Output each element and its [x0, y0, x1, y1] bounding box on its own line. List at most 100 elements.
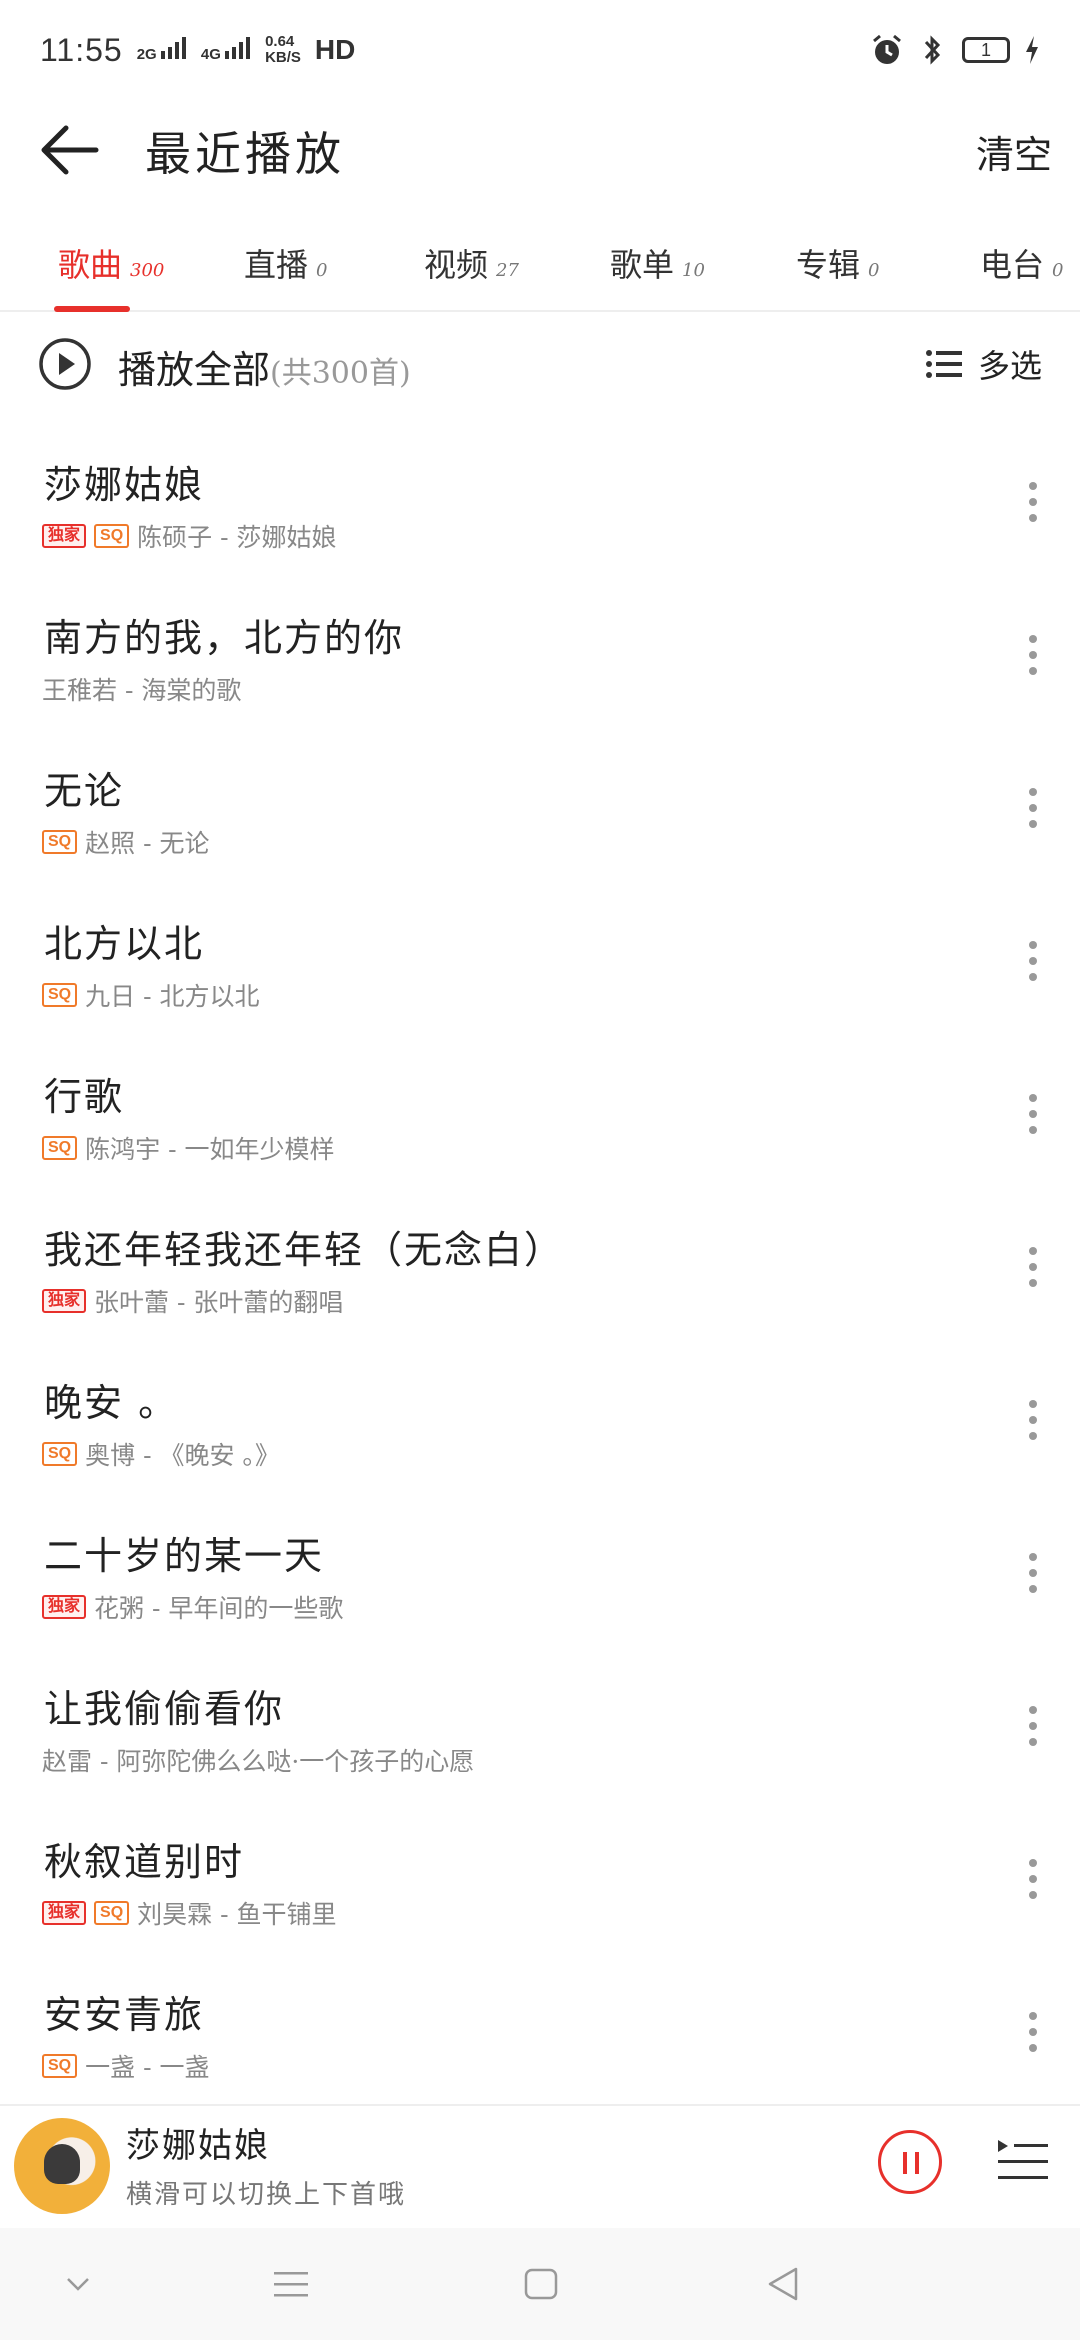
- song-title: 行歌: [44, 1075, 125, 1119]
- song-row[interactable]: 行歌 SQ 陈鸿宇 - 一如年少模样: [0, 1038, 1080, 1191]
- charging-icon: [1026, 36, 1038, 64]
- song-row[interactable]: 秋叙道别时 独家 SQ 刘昊霖 - 鱼干铺里: [0, 1803, 1080, 1956]
- tab-label: 电台: [980, 246, 1045, 284]
- signal-icon: [160, 37, 186, 59]
- now-playing-hint: 横滑可以切换上下首哦: [126, 2180, 407, 2210]
- tab-label: 专辑: [796, 246, 861, 284]
- clear-button[interactable]: 清空: [976, 124, 1052, 179]
- tab-label: 直播: [244, 246, 309, 284]
- tab-active-indicator: [54, 306, 130, 312]
- more-options-icon[interactable]: [1018, 1094, 1048, 1142]
- tab-count: 0: [1052, 260, 1064, 281]
- sq-badge: SQ: [94, 524, 130, 548]
- tab-songs[interactable]: 歌曲 300: [58, 240, 164, 286]
- song-row[interactable]: 南方的我，北方的你 王稚若 - 海棠的歌: [0, 579, 1080, 732]
- list-icon: [925, 350, 962, 378]
- signal-icon: [225, 37, 251, 59]
- song-artist-album: 张叶蕾 - 张叶蕾的翻唱: [94, 1288, 344, 1317]
- home-square-icon[interactable]: [524, 2268, 558, 2300]
- menu-icon[interactable]: [274, 2270, 308, 2298]
- album-cover-avatar[interactable]: [14, 2118, 110, 2214]
- song-title: 无论: [44, 769, 125, 813]
- back-triangle-icon[interactable]: [766, 2266, 800, 2302]
- multi-select-button[interactable]: 多选: [925, 341, 1042, 387]
- song-row[interactable]: 晚安 。 SQ 奥博 - 《晚安 。》: [0, 1344, 1080, 1497]
- song-artist-album: 奥博 - 《晚安 。》: [85, 1441, 280, 1470]
- song-row[interactable]: 莎娜姑娘 独家 SQ 陈硕子 - 莎娜姑娘: [0, 426, 1080, 579]
- status-bar: 11:55 2G 4G 0.64 KB/S HD 1: [0, 0, 1080, 100]
- song-row[interactable]: 让我偷偷看你 赵雷 - 阿弥陀佛么么哒·一个孩子的心愿: [0, 1650, 1080, 1803]
- exclusive-badge: 独家: [42, 524, 87, 548]
- tab-label: 歌曲: [58, 246, 123, 284]
- song-artist-album: 赵照 - 无论: [85, 829, 210, 858]
- tab-count: 0: [868, 260, 880, 281]
- tab-live[interactable]: 直播 0: [244, 240, 327, 286]
- song-title: 安安青旅: [44, 1993, 205, 2037]
- exclusive-badge: 独家: [42, 1901, 87, 1925]
- bluetooth-icon: [924, 35, 941, 65]
- song-subtitle-row: SQ 奥博 - 《晚安 。》: [42, 1436, 280, 1472]
- multi-select-label: 多选: [977, 347, 1042, 385]
- tab-bar: 歌曲 300 直播 0 视频 27 歌单 10 专辑 0 电台 0: [0, 220, 1080, 312]
- sq-badge: SQ: [42, 1442, 78, 1466]
- song-subtitle-row: SQ 九日 - 北方以北: [42, 977, 259, 1013]
- song-row[interactable]: 我还年轻我还年轻（无念白） 独家 张叶蕾 - 张叶蕾的翻唱: [0, 1191, 1080, 1344]
- alarm-icon: [873, 34, 901, 64]
- more-options-icon[interactable]: [1018, 1706, 1048, 1754]
- more-options-icon[interactable]: [1018, 1400, 1048, 1448]
- sq-badge: SQ: [42, 983, 78, 1007]
- song-artist-album: 九日 - 北方以北: [85, 982, 260, 1011]
- song-row[interactable]: 无论 SQ 赵照 - 无论: [0, 732, 1080, 885]
- network-2g-indicator: 2G: [137, 37, 187, 63]
- more-options-icon[interactable]: [1018, 482, 1048, 530]
- song-list: 莎娜姑娘 独家 SQ 陈硕子 - 莎娜姑娘 南方的我，北方的你 王稚若 - 海棠…: [0, 426, 1080, 2109]
- tab-albums[interactable]: 专辑 0: [796, 240, 879, 286]
- song-subtitle-row: 独家 SQ 刘昊霖 - 鱼干铺里: [42, 1895, 336, 1931]
- song-title: 莎娜姑娘: [44, 463, 205, 507]
- header: 最近播放 清空: [0, 100, 1080, 200]
- more-options-icon[interactable]: [1018, 788, 1048, 836]
- status-left: 11:55 2G 4G 0.64 KB/S HD: [40, 32, 355, 69]
- song-title: 北方以北: [44, 922, 205, 966]
- back-arrow-icon[interactable]: [40, 122, 100, 178]
- song-subtitle-row: 赵雷 - 阿弥陀佛么么哒·一个孩子的心愿: [42, 1742, 474, 1778]
- playlist-icon[interactable]: [996, 2134, 1050, 2188]
- song-subtitle-row: 独家 花粥 - 早年间的一些歌: [42, 1589, 343, 1625]
- tab-radio[interactable]: 电台 0: [980, 240, 1063, 286]
- mini-player[interactable]: 莎娜姑娘 横滑可以切换上下首哦: [0, 2104, 1080, 2228]
- play-all-button[interactable]: 播放全部(共300首): [118, 339, 411, 394]
- song-artist-album: 刘昊霖 - 鱼干铺里: [137, 1900, 337, 1929]
- song-title: 二十岁的某一天: [44, 1534, 325, 1578]
- song-title: 让我偷偷看你: [44, 1687, 285, 1731]
- song-row[interactable]: 二十岁的某一天 独家 花粥 - 早年间的一些歌: [0, 1497, 1080, 1650]
- song-subtitle-row: 独家 张叶蕾 - 张叶蕾的翻唱: [42, 1283, 343, 1319]
- page-title: 最近播放: [145, 127, 345, 181]
- network-4g-label: 4G: [200, 46, 221, 63]
- tab-playlists[interactable]: 歌单 10: [610, 240, 705, 286]
- chevron-down-icon[interactable]: [66, 2276, 90, 2292]
- now-playing-title: 莎娜姑娘: [126, 2126, 270, 2166]
- tab-count: 27: [496, 260, 519, 281]
- more-options-icon[interactable]: [1018, 1553, 1048, 1601]
- network-4g-indicator: 4G: [201, 37, 251, 63]
- system-nav-bar: [0, 2228, 1080, 2340]
- exclusive-badge: 独家: [42, 1289, 87, 1313]
- tab-videos[interactable]: 视频 27: [424, 240, 519, 286]
- song-title: 晚安 。: [44, 1381, 179, 1425]
- song-artist-album: 陈硕子 - 莎娜姑娘: [137, 523, 337, 552]
- pause-icon[interactable]: [878, 2130, 942, 2194]
- more-options-icon[interactable]: [1018, 1859, 1048, 1907]
- song-row[interactable]: 安安青旅 SQ 一盏 - 一盏: [0, 1956, 1080, 2109]
- more-options-icon[interactable]: [1018, 635, 1048, 683]
- sq-badge: SQ: [42, 2054, 78, 2078]
- play-circle-icon[interactable]: [38, 337, 92, 391]
- song-artist-album: 王稚若 - 海棠的歌: [42, 676, 242, 705]
- song-row[interactable]: 北方以北 SQ 九日 - 北方以北: [0, 885, 1080, 1038]
- more-options-icon[interactable]: [1018, 941, 1048, 989]
- more-options-icon[interactable]: [1018, 1247, 1048, 1295]
- more-options-icon[interactable]: [1018, 2012, 1048, 2060]
- song-title: 我还年轻我还年轻（无念白）: [44, 1228, 565, 1272]
- tab-count: 10: [682, 260, 705, 281]
- tab-label: 视频: [424, 246, 489, 284]
- song-subtitle-row: SQ 一盏 - 一盏: [42, 2048, 209, 2084]
